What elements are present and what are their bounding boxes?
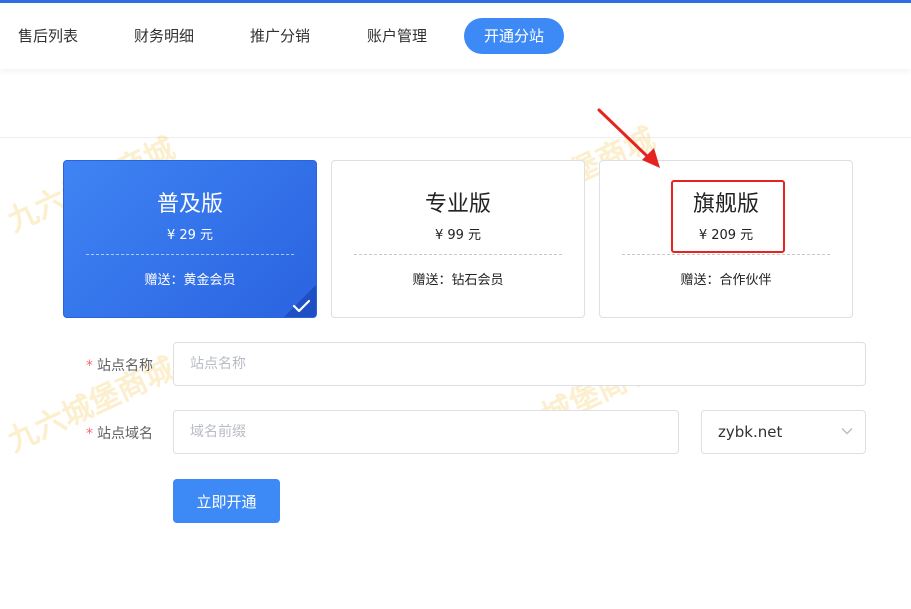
plan-gift: 赠送：钻石会员 — [412, 273, 504, 288]
nav-item-after-sales-list[interactable]: 售后列表 — [18, 18, 78, 54]
plan-card-basic[interactable]: 普及版 ¥ 29 元 赠送：黄金会员 — [63, 160, 317, 318]
nav-item-finance-detail[interactable]: 财务明细 — [134, 18, 194, 54]
plan-price: ¥ 29 元 — [166, 228, 214, 243]
open-now-button[interactable]: 立即开通 — [173, 479, 280, 523]
plan-gift: 赠送：黄金会员 — [144, 273, 236, 288]
required-mark: * — [86, 358, 93, 374]
plan-separator — [86, 254, 294, 255]
plan-card-pro[interactable]: 专业版 ¥ 99 元 赠送：钻石会员 — [331, 160, 585, 318]
top-nav: 售后列表 财务明细 推广分销 账户管理 开通分站 — [0, 3, 911, 69]
domain-suffix-value: zybk.net — [718, 423, 783, 441]
plan-gift: 赠送：合作伙伴 — [680, 273, 772, 288]
nav-item-account[interactable]: 账户管理 — [367, 18, 427, 54]
site-name-label-text: 站点名称 — [97, 358, 153, 374]
site-name-input[interactable] — [173, 342, 866, 386]
plan-name: 普及版 — [156, 192, 223, 217]
plan-separator — [622, 254, 830, 255]
section-divider — [0, 137, 911, 138]
nav-item-open-substation[interactable]: 开通分站 — [464, 18, 565, 54]
plan-separator — [354, 254, 562, 255]
domain-suffix-select[interactable]: zybk.net — [701, 410, 866, 454]
site-domain-label: * 站点域名 — [86, 423, 153, 443]
site-domain-label-text: 站点域名 — [97, 426, 153, 442]
plan-name: 专业版 — [424, 192, 491, 217]
annotation-highlight-box — [671, 180, 785, 253]
domain-prefix-input[interactable] — [173, 410, 679, 454]
chevron-down-icon — [841, 428, 853, 435]
required-mark: * — [86, 426, 93, 442]
checkmark-icon — [292, 299, 311, 313]
plan-price: ¥ 99 元 — [434, 228, 482, 243]
site-name-label: * 站点名称 — [86, 355, 153, 375]
nav-item-promotion[interactable]: 推广分销 — [250, 18, 310, 54]
